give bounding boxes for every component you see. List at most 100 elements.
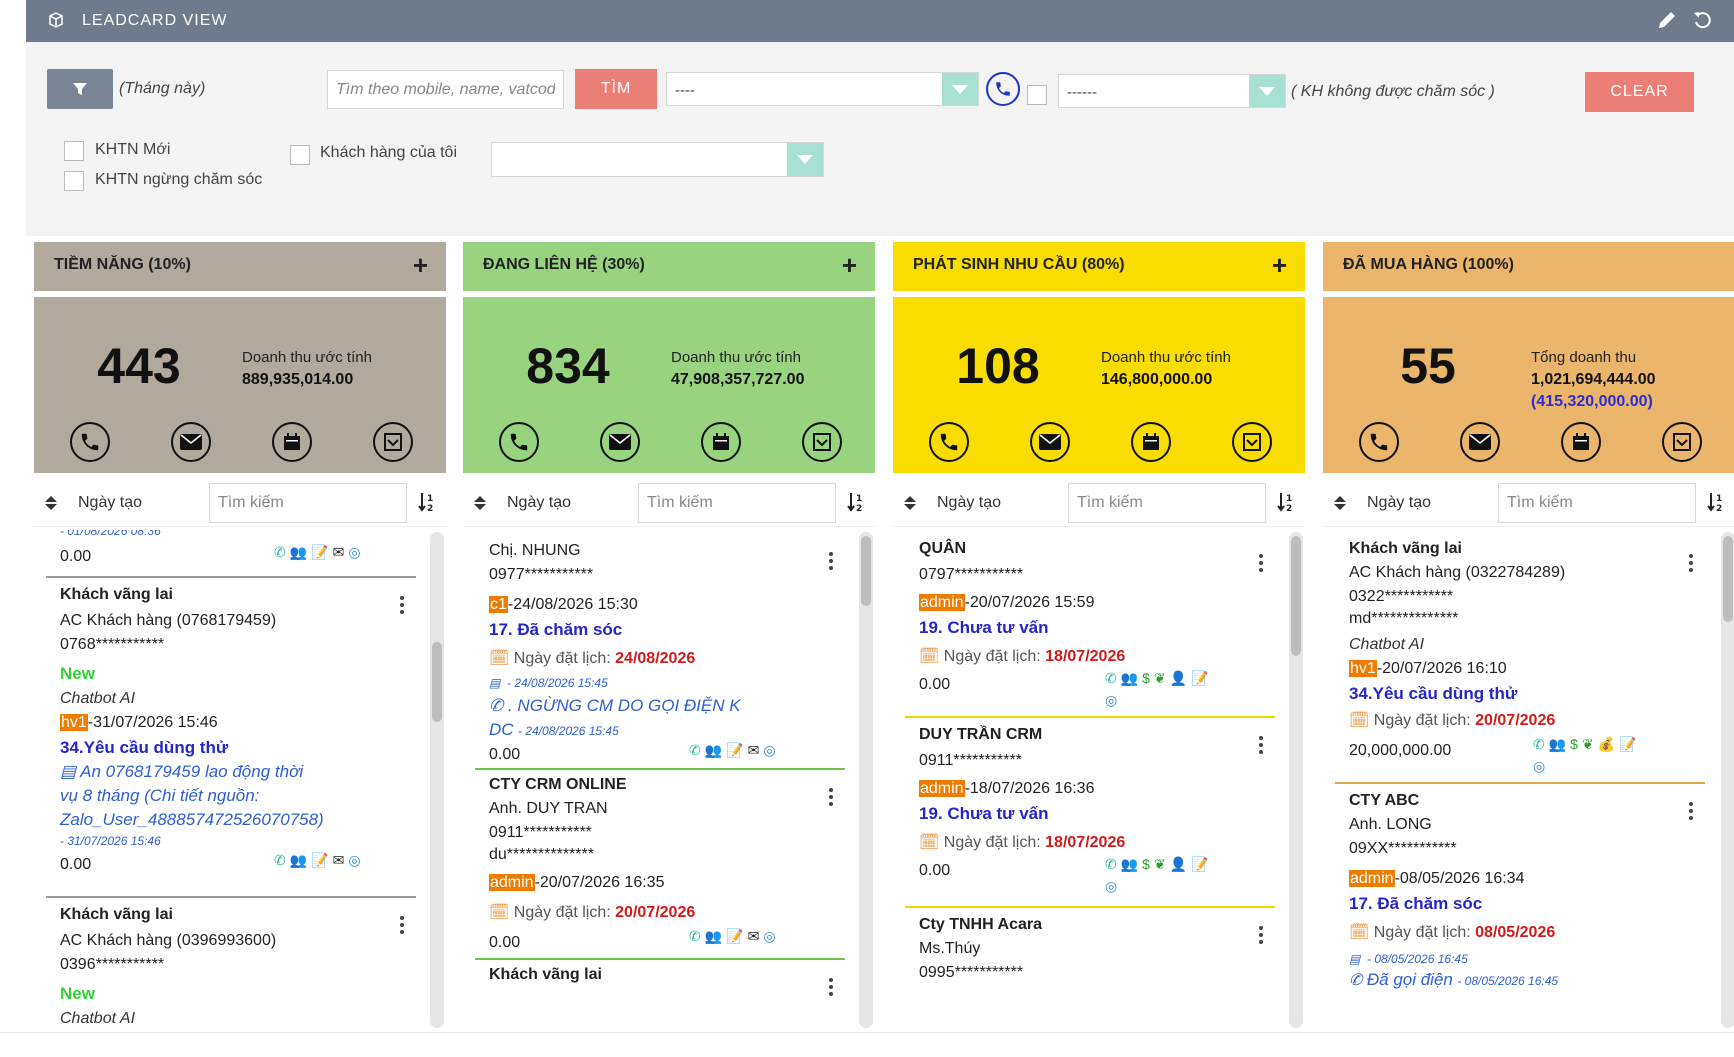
phone-filter-icon[interactable] <box>986 72 1020 106</box>
user-icon[interactable]: 👤 <box>1170 670 1187 686</box>
inbox-icon[interactable] <box>1232 422 1272 462</box>
lead-list[interactable]: Chị. NHUNG 0977*********** c1-24/08/2026… <box>463 530 875 1032</box>
zalo-icon[interactable]: ◎ <box>763 928 775 944</box>
lead-card[interactable]: Chị. NHUNG 0977*********** c1-24/08/2026… <box>475 530 845 790</box>
sort-updown-icon[interactable] <box>903 495 917 511</box>
people-icon[interactable]: 👥 <box>1549 736 1566 752</box>
stop-care-checkbox[interactable] <box>64 171 84 191</box>
lead-card[interactable]: Cty TNHH Acara Ms.Thúy 0995*********** <box>905 906 1275 1032</box>
mail-icon[interactable] <box>600 422 640 462</box>
more-icon[interactable] <box>1259 736 1263 757</box>
add-icon[interactable]: + <box>1272 250 1287 281</box>
more-icon[interactable] <box>829 788 833 809</box>
lead-list[interactable]: - 01/08/2026 08:36 0.00 ✆ 👥 📝 ✉ ◎ Khách vãng… <box>34 530 446 1032</box>
scrollbar[interactable] <box>859 532 873 1028</box>
sort-order-icon[interactable]: 12 <box>1707 491 1725 513</box>
people-icon[interactable]: 👥 <box>705 742 722 758</box>
more-icon[interactable] <box>1259 926 1263 947</box>
phone-icon[interactable]: ✆ <box>1105 856 1117 872</box>
lead-list[interactable]: QUÂN 0797*********** admin-20/07/2026 15… <box>893 530 1305 1032</box>
dollar-icon[interactable]: $ <box>1142 856 1150 872</box>
mail-icon[interactable] <box>1460 422 1500 462</box>
sort-field-label[interactable]: Ngày tạo <box>937 494 1001 512</box>
note-icon[interactable]: 📝 <box>1619 736 1636 752</box>
calendar-icon[interactable] <box>1131 422 1171 462</box>
phone-icon[interactable]: ✆ <box>689 742 701 758</box>
lead-card[interactable]: DUY TRẦN CRM 0911*********** admin-18/07… <box>905 716 1275 926</box>
column-search-input[interactable]: Tìm kiếm <box>1498 483 1696 523</box>
filter-button[interactable] <box>47 69 113 109</box>
lead-list[interactable]: Khách vãng lai AC Khách hàng (0322784289… <box>1323 530 1734 1032</box>
note-icon[interactable]: 📝 <box>311 852 328 868</box>
care-select[interactable]: ------ <box>1058 74 1286 108</box>
more-icon[interactable] <box>400 596 404 617</box>
more-icon[interactable] <box>1259 554 1263 575</box>
search-button[interactable]: TÌM <box>575 69 657 109</box>
zalo-icon[interactable]: ◎ <box>1533 758 1545 774</box>
zalo-icon[interactable]: ◎ <box>1105 692 1117 708</box>
note-icon[interactable]: 📝 <box>311 544 328 560</box>
lead-card[interactable]: CTY CRM ONLINE Anh. DUY TRAN 0911*******… <box>475 768 845 958</box>
lead-card[interactable]: QUÂN 0797*********** admin-20/07/2026 15… <box>905 530 1275 740</box>
sort-updown-icon[interactable] <box>44 495 58 511</box>
people-icon[interactable]: 👥 <box>705 928 722 944</box>
note-icon[interactable]: 📝 <box>1191 856 1208 872</box>
sort-order-icon[interactable]: 12 <box>418 491 436 513</box>
phone-icon[interactable] <box>929 422 969 462</box>
staff-select[interactable]: ---- <box>666 72 979 106</box>
phone-icon[interactable]: ✆ <box>1105 670 1117 686</box>
scrollbar[interactable] <box>1721 532 1734 1028</box>
calendar-icon[interactable] <box>701 422 741 462</box>
leaf-icon[interactable]: ❦ <box>1154 670 1166 686</box>
phone-icon[interactable]: ✆ <box>1533 736 1545 752</box>
envelope-icon[interactable]: ✉ <box>748 928 760 944</box>
people-icon[interactable]: 👥 <box>290 852 307 868</box>
lead-card[interactable]: Khách vãng lai AC Khách hàng (0768179459… <box>46 576 416 896</box>
mail-icon[interactable] <box>1030 422 1070 462</box>
people-icon[interactable]: 👥 <box>290 544 307 560</box>
inbox-icon[interactable] <box>802 422 842 462</box>
more-icon[interactable] <box>829 978 833 999</box>
calendar-icon[interactable] <box>1561 422 1601 462</box>
more-icon[interactable] <box>1689 802 1693 823</box>
lead-card[interactable]: Khách vãng lai <box>475 958 845 1032</box>
phone-icon[interactable] <box>499 422 539 462</box>
people-icon[interactable]: 👥 <box>1121 856 1138 872</box>
phone-icon[interactable] <box>70 422 110 462</box>
sort-updown-icon[interactable] <box>1333 495 1347 511</box>
group-select[interactable] <box>491 142 824 177</box>
more-icon[interactable] <box>829 552 833 573</box>
search-input[interactable] <box>327 70 564 109</box>
sort-updown-icon[interactable] <box>473 495 487 511</box>
phone-icon[interactable]: ✆ <box>274 852 286 868</box>
scrollbar[interactable] <box>1289 532 1303 1028</box>
note-icon[interactable]: 📝 <box>726 742 743 758</box>
envelope-icon[interactable]: ✉ <box>333 544 345 560</box>
sort-order-icon[interactable]: 12 <box>847 491 865 513</box>
phone-icon[interactable]: ✆ <box>274 544 286 560</box>
leaf-icon[interactable]: ❦ <box>1154 856 1166 872</box>
phone-icon[interactable] <box>1359 422 1399 462</box>
add-icon[interactable]: + <box>413 250 428 281</box>
note-icon[interactable]: 📝 <box>1191 670 1208 686</box>
zalo-icon[interactable]: ◎ <box>348 852 360 868</box>
inbox-icon[interactable] <box>1662 422 1702 462</box>
zalo-icon[interactable]: ◎ <box>1105 878 1117 894</box>
pencil-icon[interactable] <box>1656 9 1678 31</box>
refresh-icon[interactable] <box>1692 9 1714 31</box>
dollar-icon[interactable]: $ <box>1142 670 1150 686</box>
sort-field-label[interactable]: Ngày tạo <box>1367 494 1431 512</box>
dollar-icon[interactable]: $ <box>1570 736 1578 752</box>
phone-checkbox[interactable] <box>1027 85 1047 105</box>
sort-field-label[interactable]: Ngày tạo <box>507 494 571 512</box>
mail-icon[interactable] <box>171 422 211 462</box>
lead-card[interactable]: Khách vãng lai AC Khách hàng (0396993600… <box>46 896 416 1032</box>
sort-field-label[interactable]: Ngày tạo <box>78 494 142 512</box>
scrollbar[interactable] <box>430 532 444 1028</box>
clear-button[interactable]: CLEAR <box>1585 72 1694 112</box>
envelope-icon[interactable]: ✉ <box>748 742 760 758</box>
coins-icon[interactable]: 💰 <box>1598 736 1615 752</box>
leaf-icon[interactable]: ❦ <box>1582 736 1594 752</box>
calendar-icon[interactable] <box>272 422 312 462</box>
add-icon[interactable]: + <box>842 250 857 281</box>
